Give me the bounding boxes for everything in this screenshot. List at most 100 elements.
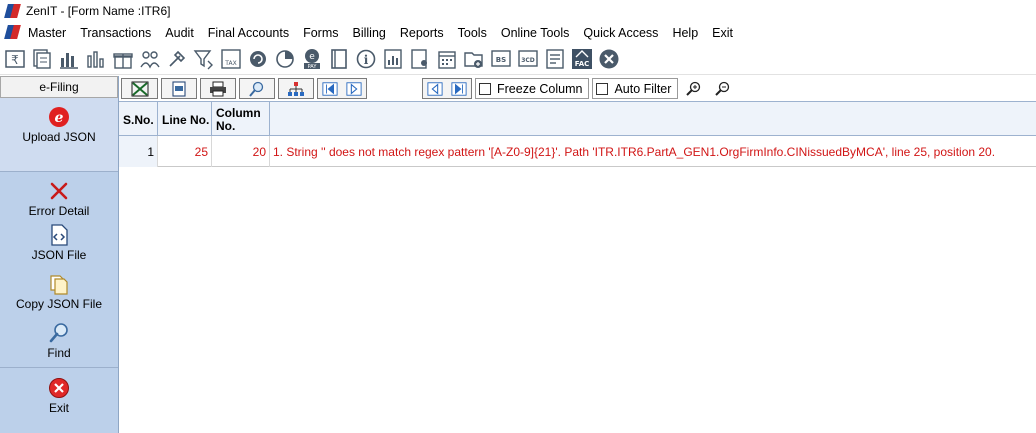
zoom-out-icon (715, 81, 730, 96)
freeze-column-checkbox[interactable] (479, 82, 491, 95)
auto-filter-checkbox[interactable] (596, 82, 609, 95)
previous-record-icon[interactable] (427, 81, 443, 97)
bar-chart-icon[interactable] (84, 47, 108, 71)
cell-sno: 1 (119, 136, 158, 167)
json-file-label: JSON File (31, 248, 87, 262)
col-column-no[interactable]: Column No. (212, 102, 270, 137)
menu-final-accounts[interactable]: Final Accounts (208, 26, 289, 40)
menu-bar: Master Transactions Audit Final Accounts… (0, 22, 1036, 43)
exit-icon (49, 378, 69, 398)
menu-quick-access[interactable]: Quick Access (583, 26, 658, 40)
sidebar-header: e-Filing (0, 76, 118, 98)
search-grid-button[interactable] (239, 78, 275, 99)
report-icon[interactable] (381, 47, 405, 71)
copy-json-file-button[interactable]: Copy JSON File (0, 269, 118, 318)
copy-json-file-label: Copy JSON File (15, 297, 103, 311)
print-button[interactable] (200, 78, 236, 99)
export-excel-button[interactable] (121, 78, 158, 99)
copy-icon (50, 275, 68, 295)
efiling-sidebar: e-Filing e Upload JSON Error Detail JSON… (0, 76, 119, 433)
refresh-icon[interactable] (246, 47, 270, 71)
window-title: ZenIT - [Form Name :ITR6] (26, 4, 171, 18)
3cd-icon-label: 3CD (521, 57, 535, 64)
svg-text:₹: ₹ (11, 53, 19, 67)
filter-icon[interactable] (192, 47, 216, 71)
upload-json-button[interactable]: e Upload JSON (0, 98, 118, 172)
tax-icon[interactable]: TAX (219, 47, 243, 71)
error-detail-button[interactable]: Error Detail (0, 172, 118, 220)
gift-icon[interactable] (111, 47, 135, 71)
printer-icon (210, 81, 226, 96)
svg-text:e: e (309, 52, 315, 62)
error-detail-label: Error Detail (28, 204, 90, 218)
chart-icon[interactable] (57, 47, 81, 71)
find-button[interactable]: Find (0, 318, 118, 367)
json-file-button[interactable]: JSON File (0, 220, 118, 269)
user-form-icon[interactable] (408, 47, 432, 71)
menu-billing[interactable]: Billing (353, 26, 386, 40)
hierarchy-button[interactable] (278, 78, 314, 99)
book-icon[interactable] (327, 47, 351, 71)
title-bar: ZenIT - [Form Name :ITR6] (0, 0, 1036, 22)
code-file-icon (51, 224, 68, 246)
3cd-icon[interactable]: 3CD (516, 47, 540, 71)
prev-next-group (422, 78, 472, 99)
menu-online-tools[interactable]: Online Tools (501, 26, 570, 40)
users-icon[interactable] (138, 47, 162, 71)
fac-icon[interactable]: FAC (570, 47, 594, 71)
upload-json-label: Upload JSON (22, 130, 96, 144)
search-icon (49, 323, 68, 343)
zoom-in-icon (686, 81, 701, 96)
calendar-icon[interactable] (435, 47, 459, 71)
last-record-icon[interactable] (451, 81, 467, 97)
menu-reports[interactable]: Reports (400, 26, 444, 40)
magnifier-icon (249, 81, 264, 97)
export-xml-button[interactable] (161, 78, 197, 99)
rupee-icon[interactable]: ₹ (3, 47, 27, 71)
cell-line-no: 25 (158, 136, 212, 167)
cell-error-message: 1. String '' does not match regex patter… (273, 144, 996, 159)
transactions-icon[interactable] (30, 47, 54, 71)
auto-filter-label: Auto Filter (614, 81, 672, 96)
menu-forms[interactable]: Forms (303, 26, 338, 40)
menu-master[interactable]: Master (28, 26, 66, 40)
menu-tools[interactable]: Tools (458, 26, 487, 40)
menu-exit[interactable]: Exit (712, 26, 733, 40)
form-icon[interactable] (543, 47, 567, 71)
bs-icon[interactable]: BS (489, 47, 513, 71)
efile-icon: e (49, 107, 69, 127)
tax-icon-label: TAX (224, 60, 236, 67)
error-grid: S.No. Line No. Column No. 1 25 20 1. Str… (119, 101, 1036, 433)
close-icon[interactable] (597, 47, 621, 71)
svg-text:i: i (364, 53, 369, 67)
app-logo-icon (4, 4, 21, 18)
epay-icon[interactable]: e PAY (300, 47, 324, 71)
freeze-column-label: Freeze Column (497, 81, 583, 96)
pie-chart-icon[interactable] (273, 47, 297, 71)
menu-audit[interactable]: Audit (165, 26, 194, 40)
cross-icon (50, 182, 68, 200)
auto-filter-toggle[interactable]: Auto Filter (592, 78, 679, 99)
hierarchy-icon (288, 81, 304, 96)
menu-transactions[interactable]: Transactions (80, 26, 151, 40)
excel-icon (131, 81, 148, 96)
grid-toolbar: Freeze Column Auto Filter (119, 76, 1036, 101)
menu-help[interactable]: Help (672, 26, 698, 40)
col-sno[interactable]: S.No. (119, 102, 158, 137)
zoom-in-button[interactable] (681, 78, 707, 99)
first-last-group (317, 78, 367, 99)
zoom-out-button[interactable] (710, 78, 736, 99)
freeze-column-toggle[interactable]: Freeze Column (475, 78, 590, 99)
first-record-icon[interactable] (322, 81, 338, 97)
folder-add-icon[interactable] (462, 47, 486, 71)
svg-text:e: e (55, 110, 64, 126)
col-line-no[interactable]: Line No. (158, 102, 212, 137)
table-row[interactable]: 1 25 20 1. String '' does not match rege… (119, 136, 1036, 167)
menu-logo-icon[interactable] (4, 24, 22, 41)
info-icon[interactable]: i (354, 47, 378, 71)
next-record-icon[interactable] (346, 81, 362, 97)
grid-header: S.No. Line No. Column No. (119, 101, 1036, 137)
exit-button[interactable]: Exit (0, 368, 118, 424)
tools-icon[interactable] (165, 47, 189, 71)
main-toolbar: ₹ TAX e PAY i BS 3CD FAC (0, 44, 1036, 75)
